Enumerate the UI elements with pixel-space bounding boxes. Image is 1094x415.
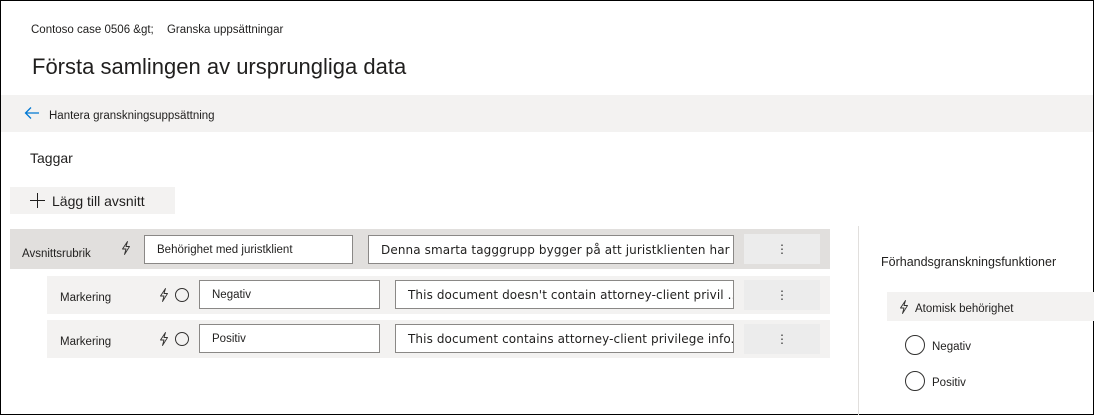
breadcrumb-case[interactable]: Contoso case 0506 &gt;	[31, 24, 154, 36]
preview-group-header: Atomisk behörighet	[887, 292, 1094, 321]
preview-group-label: Atomisk behörighet	[915, 303, 1014, 315]
tag-name-input[interactable]: Positiv	[199, 324, 380, 353]
row-type-label: Avsnittsrubrik	[22, 248, 91, 260]
breadcrumb: Contoso case 0506 &gt; Granska uppsättni…	[31, 24, 293, 36]
radio-button[interactable]	[905, 335, 925, 355]
more-options-button[interactable]: ⋮	[744, 280, 820, 310]
add-section-label: Lägg till avsnitt	[52, 192, 145, 209]
tag-name-input[interactable]: Negativ	[199, 280, 380, 309]
arrow-left-icon[interactable]	[23, 104, 41, 122]
lightning-icon	[160, 288, 168, 302]
more-options-button[interactable]: ⋮	[744, 234, 820, 264]
breadcrumb-review-sets[interactable]: Granska uppsättningar	[167, 24, 283, 36]
plus-icon	[30, 193, 45, 208]
tag-description-input[interactable]: This document contains attorney-client p…	[395, 324, 734, 353]
radio-icon	[175, 332, 189, 346]
tag-description-input[interactable]: This document doesn't contain attorney-c…	[395, 280, 734, 309]
tags-heading: Taggar	[30, 150, 73, 166]
preview-option-label: Negativ	[932, 341, 971, 353]
manage-review-set-link[interactable]: Hantera granskningsuppsättning	[49, 110, 215, 122]
lightning-icon	[900, 300, 908, 314]
lightning-icon	[160, 332, 168, 346]
radio-button[interactable]	[905, 371, 925, 391]
preview-option-label: Positiv	[932, 377, 966, 389]
section-name-input[interactable]: Behörighet med juristklient	[144, 235, 353, 264]
panel-divider	[858, 226, 859, 415]
tag-row-negative: Markering Negativ This document doesn't …	[47, 276, 830, 314]
radio-icon	[175, 288, 189, 302]
lightning-icon	[122, 241, 130, 255]
row-type-label: Markering	[60, 292, 112, 304]
add-section-button[interactable]: Lägg till avsnitt	[10, 187, 175, 214]
manage-review-set-bar[interactable]: Hantera granskningsuppsättning	[1, 95, 1093, 132]
section-header-row: Avsnittsrubrik Behörighet med juristklie…	[10, 229, 830, 269]
tag-row-positive: Markering Positiv This document contains…	[47, 320, 830, 358]
preview-title: Förhandsgranskningsfunktioner	[881, 255, 1057, 269]
more-options-button[interactable]: ⋮	[744, 324, 820, 354]
row-type-label: Markering	[60, 336, 112, 348]
page-title: Första samlingen av ursprungliga data	[32, 54, 407, 79]
section-description-input[interactable]: Denna smarta tagggrupp bygger på att jur…	[368, 235, 734, 264]
